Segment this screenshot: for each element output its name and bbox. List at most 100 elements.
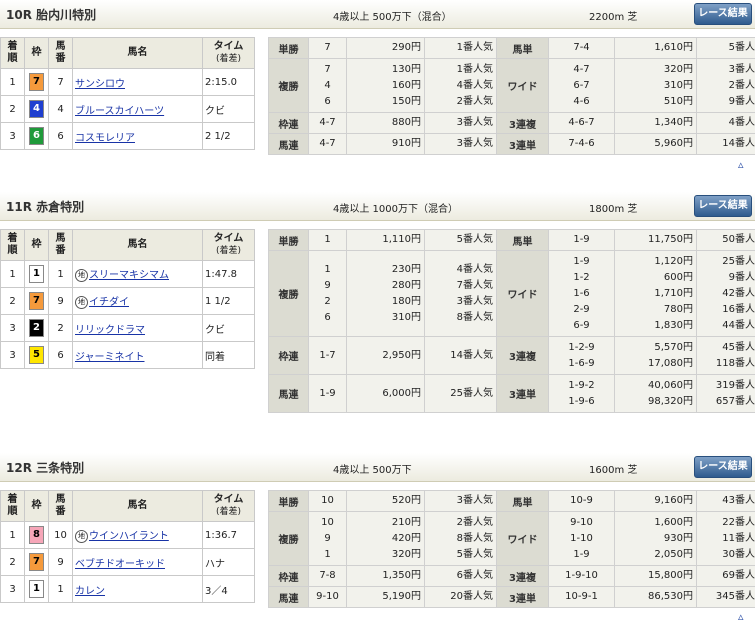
header-number: 馬番 — [49, 38, 73, 69]
payout-amount: 1,610円 — [618, 40, 693, 56]
payout-table: 単勝11,110円5番人気馬単1-911,750円50番人気複勝1926230円… — [268, 229, 755, 413]
popularity: 43番人気 — [700, 493, 755, 509]
popularity: 9番人気 — [700, 270, 755, 286]
payout-amount: 510円 — [618, 94, 693, 110]
horse-name-link[interactable]: サンシロウ — [75, 79, 125, 90]
popularity: 3番人気 — [428, 294, 493, 310]
horse-name-link[interactable]: ベブチドオーキッド — [75, 559, 165, 570]
popularity-cell: 3番人気 — [425, 491, 497, 512]
payout-row: 枠連4-7880円3番人気3連複4-6-71,340円4番人気 — [269, 113, 755, 134]
bet-numbers-cell: 7-8 — [309, 566, 347, 587]
back-to-top-icon[interactable]: ▵ — [738, 158, 744, 171]
finisher-row: 177サンシロウ2:15.0 — [1, 69, 255, 96]
finish-time: 同着 — [203, 342, 255, 369]
bet-type: 3連複 — [497, 113, 549, 134]
race-result-button[interactable]: レース結果 — [694, 195, 752, 217]
popularity-cell: 4番人気7番人気3番人気8番人気 — [425, 251, 497, 337]
frame-cell: 1 — [25, 576, 49, 603]
header-frame: 枠 — [25, 491, 49, 522]
race-result-button[interactable]: レース結果 — [694, 456, 752, 478]
bet-numbers-cell: 746 — [309, 59, 347, 113]
payout-amount: 5,190円 — [350, 589, 421, 605]
frame-badge: 1 — [29, 265, 44, 283]
payout-amount: 2,950円 — [350, 348, 421, 364]
payout-amount-cell: 130円160円150円 — [347, 59, 425, 113]
bet-type: ワイド — [497, 512, 549, 566]
finish-rank: 3 — [1, 123, 25, 150]
finish-rank: 2 — [1, 549, 25, 576]
payout-amount: 130円 — [350, 62, 421, 78]
payout-amount: 40,060円 — [618, 378, 693, 394]
popularity-cell: 22番人気11番人気30番人気 — [697, 512, 755, 566]
race-title: 10R 胎内川特別 — [6, 6, 96, 23]
frame-badge: 7 — [29, 553, 44, 571]
bet-type: 枠連 — [269, 566, 309, 587]
popularity: 5番人気 — [428, 547, 493, 563]
race-header: 12R 三条特別4歳以上 500万下1600m 芝レース結果 — [0, 453, 755, 482]
bet-numbers: 4-7 — [312, 136, 343, 152]
horse-name-link[interactable]: イチダイ — [89, 297, 129, 308]
horse-name-link[interactable]: スリーマキシマム — [89, 270, 169, 281]
popularity: 5番人気 — [428, 232, 493, 248]
payout-amount-cell: 5,570円17,080円 — [615, 337, 697, 375]
race-condition: 4歳以上 1000万下（混合） — [333, 200, 458, 215]
horse-name-link[interactable]: ウインハイラント — [89, 531, 169, 542]
payout-amount-cell: 5,960円 — [615, 134, 697, 155]
payout-amount: 1,350円 — [350, 568, 421, 584]
payout-amount: 230円 — [350, 262, 421, 278]
horse-name-link[interactable]: リリックドラマ — [75, 325, 145, 336]
frame-badge: 7 — [29, 292, 44, 310]
popularity-cell: 3番人気 — [425, 134, 497, 155]
horse-name-link[interactable]: コスモレリア — [75, 133, 135, 144]
popularity: 42番人気 — [700, 286, 755, 302]
horse-name-link[interactable]: カレン — [75, 586, 105, 597]
payout-amount: 320円 — [350, 547, 421, 563]
popularity-cell: 1番人気 — [425, 38, 497, 59]
finish-time: クビ — [203, 315, 255, 342]
horse-name-link[interactable]: ブルースカイハーツ — [75, 106, 164, 117]
frame-badge: 2 — [29, 319, 44, 337]
race-section: 10R 胎内川特別4歳以上 500万下（混合）2200m 芝レース結果着順枠馬番… — [0, 0, 755, 190]
frame-badge: 5 — [29, 346, 44, 364]
header-number-line1: 馬 — [49, 41, 72, 53]
bet-numbers: 1-9 — [552, 547, 611, 563]
bet-numbers: 7-4-6 — [552, 136, 611, 152]
header-time-line1: タイム — [203, 494, 254, 506]
payout-amount: 6,000円 — [350, 386, 421, 402]
header-time-line2: (着差) — [203, 53, 254, 65]
header-number-line2: 番 — [49, 506, 72, 518]
payout-table: 単勝7290円1番人気馬単7-41,610円5番人気複勝746130円160円1… — [268, 37, 755, 155]
race-distance: 2200m 芝 — [589, 8, 637, 23]
payout-amount: 5,960円 — [618, 136, 693, 152]
frame-badge: 8 — [29, 526, 44, 544]
frame-cell: 5 — [25, 342, 49, 369]
bet-numbers: 1-9-2 — [552, 378, 611, 394]
header-time: タイム(着差) — [203, 230, 255, 261]
payout-amount-cell: 910円 — [347, 134, 425, 155]
popularity: 20番人気 — [428, 589, 493, 605]
frame-cell: 1 — [25, 261, 49, 288]
popularity-cell: 50番人気 — [697, 230, 755, 251]
payout-amount: 150円 — [350, 94, 421, 110]
race-section: 12R 三条特別4歳以上 500万下1600m 芝レース結果着順枠馬番馬名タイム… — [0, 453, 755, 604]
payout-row: 複勝1926230円280円180円310円4番人気7番人気3番人気8番人気ワイ… — [269, 251, 755, 337]
bet-type: 3連複 — [497, 566, 549, 587]
back-to-top-icon[interactable]: ▵ — [738, 610, 744, 623]
payout-row: 馬連9-105,190円20番人気3連単10-9-186,530円345番人気 — [269, 587, 755, 608]
finisher-row: 1810地ウインハイラント1:36.7 — [1, 522, 255, 549]
payout-amount-cell: 11,750円 — [615, 230, 697, 251]
popularity: 4番人気 — [700, 115, 755, 131]
bet-type: 単勝 — [269, 38, 309, 59]
bet-numbers: 4-7 — [312, 115, 343, 131]
race-result-button[interactable]: レース結果 — [694, 3, 752, 25]
bet-numbers: 10-9 — [552, 493, 611, 509]
horse-name-link[interactable]: ジャーミネイト — [75, 352, 145, 363]
payout-amount: 930円 — [618, 531, 693, 547]
bet-type: 3連複 — [497, 337, 549, 375]
finish-time: ハナ — [203, 549, 255, 576]
popularity: 2番人気 — [428, 515, 493, 531]
popularity: 16番人気 — [700, 302, 755, 318]
horse-name-cell: リリックドラマ — [73, 315, 203, 342]
finish-rank: 3 — [1, 342, 25, 369]
popularity: 5番人気 — [700, 40, 755, 56]
